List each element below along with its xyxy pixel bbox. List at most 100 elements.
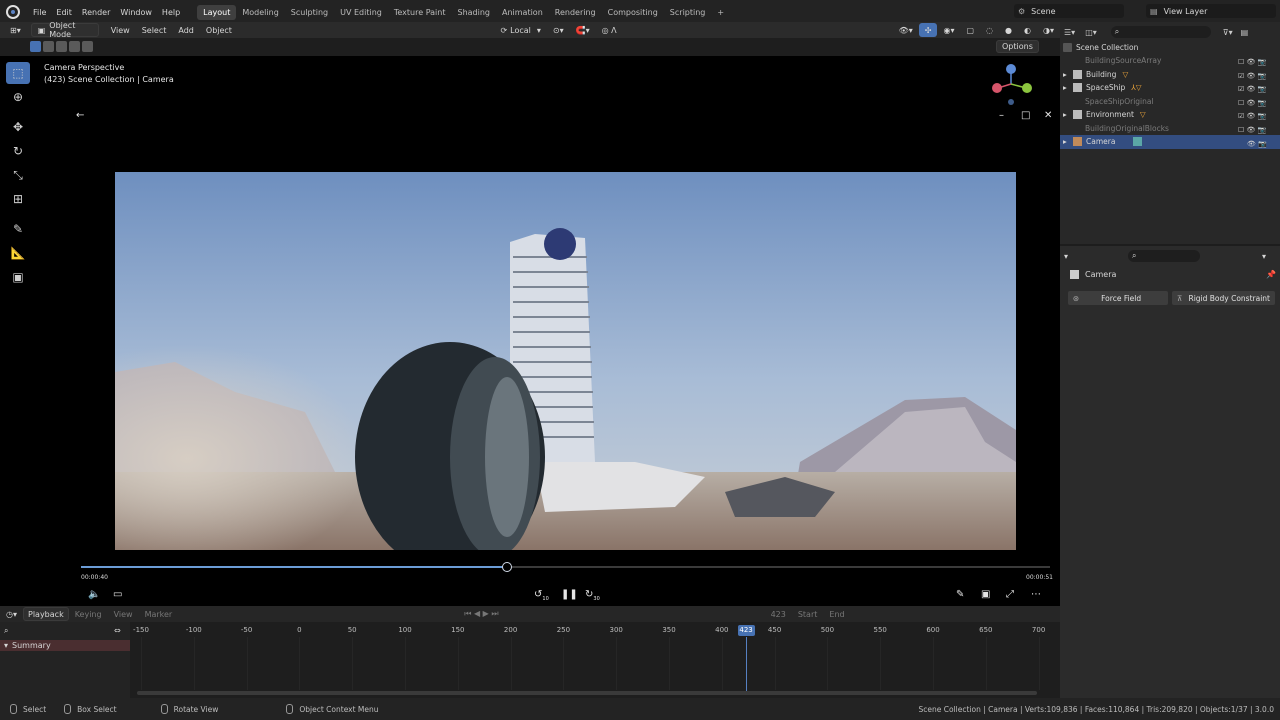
- pause-icon[interactable]: ❚❚: [561, 589, 578, 600]
- scale-tool-icon[interactable]: ⤡: [6, 164, 30, 186]
- snap-icon[interactable]: 🧲▾: [570, 23, 596, 37]
- pivot-icon[interactable]: ⊙▾: [547, 23, 570, 37]
- frame-ruler[interactable]: [130, 625, 1060, 637]
- shading-wireframe-icon[interactable]: ◌: [980, 23, 999, 37]
- maximize-icon[interactable]: □: [1021, 110, 1030, 121]
- camera-icon[interactable]: 📷: [1258, 126, 1267, 134]
- proportional-edit-icon[interactable]: ◎ Λ: [596, 23, 623, 37]
- menu-render[interactable]: Render: [77, 8, 115, 17]
- select-subtract-icon[interactable]: [56, 41, 67, 52]
- shading-solid-icon[interactable]: ●: [999, 23, 1018, 37]
- select-invert-icon[interactable]: [69, 41, 80, 52]
- add-workspace-button[interactable]: +: [711, 5, 730, 20]
- exclude-checkbox[interactable]: ☑: [1238, 112, 1244, 120]
- blender-logo-icon[interactable]: [6, 5, 20, 19]
- outliner-search-input[interactable]: ⌕: [1110, 26, 1211, 38]
- eye-icon[interactable]: 👁: [1247, 112, 1256, 120]
- playback-controls[interactable]: ⏮ ◀ ▶ ⏭: [458, 607, 504, 621]
- tab-layout[interactable]: Layout: [197, 4, 237, 20]
- options-dropdown[interactable]: Options: [996, 40, 1039, 53]
- pin-icon[interactable]: 📌: [1266, 270, 1276, 279]
- navigation-gizmo[interactable]: [986, 62, 1036, 108]
- annotate-tool-icon[interactable]: ✎: [6, 218, 30, 240]
- eye-icon[interactable]: 👁: [1247, 126, 1256, 134]
- forward-icon[interactable]: ↻30: [585, 589, 600, 602]
- camera-icon[interactable]: 📷: [1258, 99, 1267, 107]
- view-layer-selector[interactable]: ▤ View Layer: [1146, 4, 1276, 18]
- timeline-scrollbar[interactable]: [137, 691, 1037, 695]
- swap-icon[interactable]: ⇔: [114, 626, 121, 635]
- volume-icon[interactable]: 🔈: [88, 589, 100, 600]
- menu-add[interactable]: Add: [172, 23, 200, 37]
- shading-material-icon[interactable]: ◐: [1018, 23, 1037, 37]
- tab-animation[interactable]: Animation: [496, 5, 549, 20]
- move-tool-icon[interactable]: ✥: [6, 116, 30, 138]
- force-field-button[interactable]: ⊛ Force Field: [1068, 291, 1168, 305]
- tab-texture-paint[interactable]: Texture Paint: [388, 5, 452, 20]
- tab-sculpting[interactable]: Sculpting: [285, 5, 334, 20]
- expand-icon[interactable]: ▸: [1063, 110, 1068, 119]
- back-arrow-icon[interactable]: ←: [76, 110, 84, 121]
- exclude-checkbox[interactable]: ☑: [1238, 72, 1244, 80]
- scene-selector[interactable]: ⚙ Scene: [1014, 4, 1124, 18]
- fullscreen-icon[interactable]: ⤢: [1006, 589, 1014, 600]
- new-collection-icon[interactable]: ▤: [1241, 28, 1249, 37]
- miniplayer-icon[interactable]: ▣: [981, 589, 990, 600]
- current-frame-field[interactable]: 423: [765, 607, 792, 621]
- outliner-root[interactable]: Scene Collection: [1060, 41, 1280, 55]
- menu-object[interactable]: Object: [200, 23, 238, 37]
- transform-orientation-dropdown[interactable]: ⟳ Local ▾: [494, 23, 546, 37]
- xray-icon[interactable]: ▢: [960, 23, 980, 37]
- chevron-down-icon[interactable]: ▾: [1064, 252, 1068, 261]
- tab-compositing[interactable]: Compositing: [602, 5, 664, 20]
- camera-icon[interactable]: 📷: [1258, 72, 1267, 80]
- filter-icon[interactable]: ⊽▾: [1223, 28, 1233, 37]
- rotate-tool-icon[interactable]: ↻: [6, 140, 30, 162]
- properties-search-input[interactable]: ⌕: [1128, 250, 1201, 262]
- captions-icon[interactable]: ▭: [113, 589, 122, 600]
- gizmo-icon[interactable]: ✣: [918, 23, 938, 37]
- chevron-down-icon[interactable]: ▾: [1262, 252, 1266, 261]
- select-new-icon[interactable]: [30, 41, 41, 52]
- menu-window[interactable]: Window: [115, 8, 157, 17]
- shading-rendered-icon[interactable]: ◑▾: [1037, 23, 1060, 37]
- menu-marker[interactable]: Marker: [139, 607, 179, 621]
- display-mode-icon[interactable]: ◫▾: [1085, 28, 1097, 37]
- edit-icon[interactable]: ✎: [956, 589, 964, 600]
- timeline-search[interactable]: ⌕: [4, 626, 114, 636]
- tab-rendering[interactable]: Rendering: [549, 5, 602, 20]
- eye-icon[interactable]: 👁: [1247, 99, 1256, 107]
- select-box-tool-icon[interactable]: ⬚: [6, 62, 30, 84]
- x-axis-icon[interactable]: [992, 83, 1002, 93]
- minimize-icon[interactable]: –: [999, 110, 1004, 121]
- menu-keying[interactable]: Keying: [69, 607, 108, 621]
- tab-shading[interactable]: Shading: [451, 5, 496, 20]
- more-options-icon[interactable]: ⋯: [1031, 589, 1041, 600]
- camera-icon[interactable]: 📷: [1258, 58, 1267, 66]
- outliner-editor-icon[interactable]: ☰▾: [1064, 28, 1075, 37]
- object-mode-dropdown[interactable]: ▣ Object Mode: [30, 21, 99, 39]
- timeline-editor-icon[interactable]: ◷▾: [0, 607, 23, 621]
- menu-view[interactable]: View: [108, 607, 139, 621]
- rewind-icon[interactable]: ↺10: [534, 589, 549, 602]
- summary-channel[interactable]: ▾ Summary: [0, 640, 130, 651]
- camera-icon[interactable]: 📷: [1258, 85, 1267, 93]
- menu-edit[interactable]: Edit: [51, 8, 77, 17]
- add-cube-tool-icon[interactable]: ▣: [6, 266, 30, 288]
- expand-icon[interactable]: ▸: [1063, 70, 1068, 79]
- menu-help[interactable]: Help: [157, 8, 185, 17]
- tab-uv-editing[interactable]: UV Editing: [334, 5, 388, 20]
- menu-file[interactable]: File: [28, 8, 51, 17]
- tab-scripting[interactable]: Scripting: [664, 5, 712, 20]
- tab-modeling[interactable]: Modeling: [236, 5, 284, 20]
- eye-icon[interactable]: 👁: [1247, 72, 1256, 80]
- select-intersect-icon[interactable]: [82, 41, 93, 52]
- visibility-icon[interactable]: 👁▾: [893, 23, 919, 37]
- menu-view[interactable]: View: [105, 23, 136, 37]
- expand-icon[interactable]: ▸: [1063, 137, 1068, 146]
- exclude-checkbox[interactable]: ☑: [1238, 85, 1244, 93]
- camera-icon[interactable]: 📷: [1258, 112, 1267, 120]
- select-extend-icon[interactable]: [43, 41, 54, 52]
- eye-icon[interactable]: 👁: [1247, 140, 1256, 148]
- expand-icon[interactable]: ▸: [1063, 83, 1068, 92]
